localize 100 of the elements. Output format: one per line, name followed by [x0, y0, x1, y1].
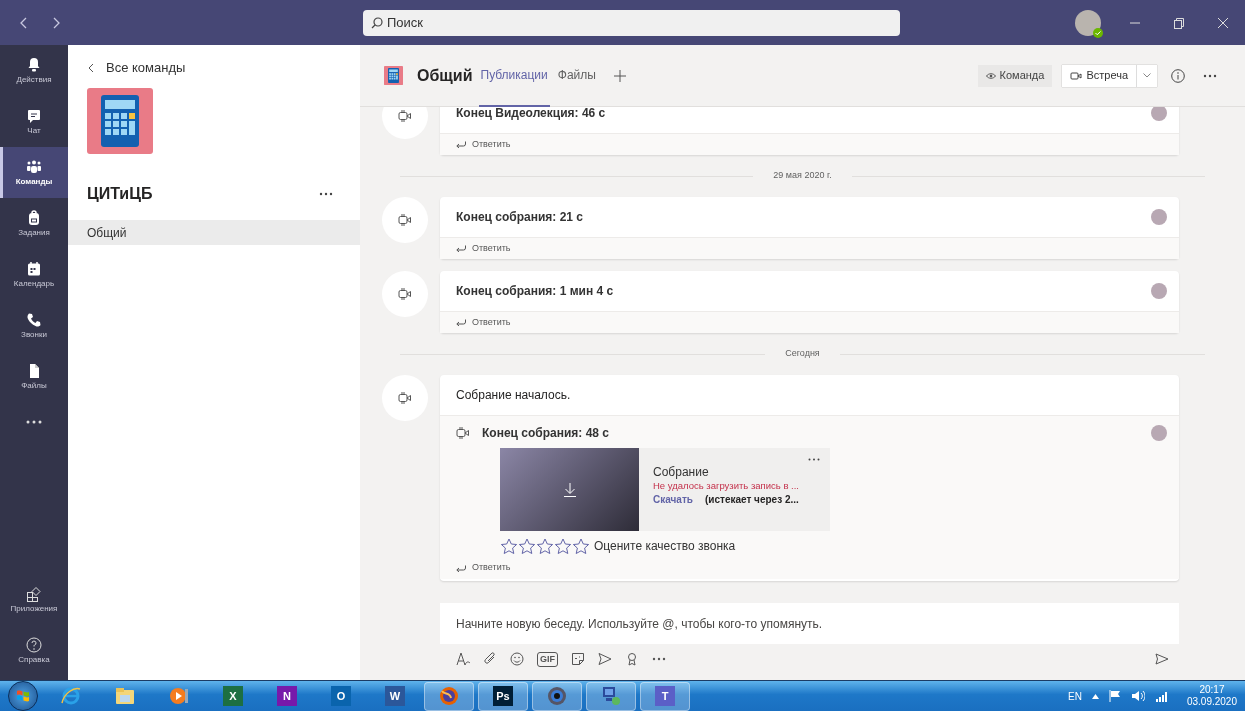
add-icon: [613, 69, 626, 82]
search-field[interactable]: Поиск: [363, 9, 900, 36]
app-icon: T: [655, 686, 675, 706]
paperclip-icon: [483, 652, 497, 666]
taskbar-app[interactable]: [586, 681, 636, 711]
sticker-button[interactable]: [571, 652, 585, 666]
expiry-note: (истекает через 2...: [704, 493, 799, 507]
rating-prompt: Оцените качество звонка: [594, 538, 736, 555]
gif-button[interactable]: GIF: [537, 651, 558, 667]
video-camera-icon: [1070, 70, 1083, 81]
arrow-icon: [598, 652, 612, 666]
app-icon: O: [331, 686, 351, 706]
app-icon: X: [223, 686, 243, 706]
message-title: Конец Видеолекция: 46 с: [456, 107, 606, 122]
recording-error: Не удалось загрузить запись в ...: [653, 479, 800, 493]
reply-link[interactable]: Ответить: [456, 312, 511, 333]
camera-icon: [546, 685, 568, 707]
format-button[interactable]: [456, 652, 470, 666]
meeting-end-title: Конец собрания: 48 с: [482, 425, 610, 442]
star-icon: [518, 537, 536, 555]
channel-tab[interactable]: Файлы: [555, 44, 598, 107]
eye-icon: [985, 71, 996, 80]
play-icon: [168, 685, 190, 707]
app-icon: Ps: [493, 686, 513, 706]
start-button[interactable]: [8, 681, 38, 711]
rail-tab[interactable]: Звонки: [0, 300, 68, 351]
send-button[interactable]: [1155, 653, 1169, 665]
send-icon: [1155, 653, 1169, 665]
emoji-button[interactable]: [510, 652, 524, 666]
restore-icon: [1173, 16, 1185, 29]
channel-logo: [384, 66, 403, 85]
all-teams-link[interactable]: Все команды: [68, 49, 360, 87]
user-avatar[interactable]: [1075, 9, 1101, 36]
sender-avatar: [1151, 209, 1167, 225]
message-title: Конец собрания: 21 с: [456, 209, 584, 226]
flag-icon: [1108, 690, 1121, 702]
team-logo: [87, 88, 153, 154]
format-icon: [456, 652, 470, 666]
reply-icon: [456, 141, 466, 148]
star-icon: [500, 537, 518, 555]
taskbar-app[interactable]: N: [262, 681, 312, 711]
date-separator: 29 мая 2020 г.: [772, 169, 833, 183]
message-title: Конец собрания: 1 мин 4 с: [456, 283, 614, 300]
caret-up-icon: [1091, 693, 1099, 699]
apps-icon: [26, 586, 42, 602]
star-rating[interactable]: [500, 537, 590, 555]
praise-button[interactable]: [625, 652, 639, 666]
more-icon: [808, 458, 820, 461]
attach-button[interactable]: [483, 652, 497, 666]
reply-link[interactable]: Ответить: [456, 238, 511, 259]
reply-icon: [456, 245, 466, 252]
taskbar-app[interactable]: Ps: [478, 681, 528, 711]
computer-icon: [600, 685, 622, 707]
download-link[interactable]: Скачать: [653, 493, 693, 507]
sender-avatar: [1151, 107, 1167, 121]
taskbar-app[interactable]: [424, 681, 474, 711]
reply-link[interactable]: Ответить: [456, 134, 511, 155]
rail-tab[interactable]: Действия: [0, 45, 68, 96]
signal-icon: [1154, 690, 1169, 702]
channel-item[interactable]: Общий: [68, 220, 360, 245]
more-icon: [1203, 73, 1217, 78]
language-indicator[interactable]: EN: [1068, 688, 1082, 704]
channel-title: Общий: [417, 65, 473, 86]
sender-avatar: [1151, 425, 1167, 441]
team-view-button[interactable]: Команда: [977, 64, 1053, 87]
windows-logo-icon: [16, 689, 30, 703]
rail-tab[interactable]: Задания: [0, 198, 68, 249]
backpack-icon: [26, 210, 42, 226]
search-icon: [371, 16, 383, 29]
back-icon: [88, 63, 94, 73]
reply-icon: [456, 319, 466, 326]
globe-icon: [438, 685, 460, 707]
taskbar-app[interactable]: W: [370, 681, 420, 711]
reply-icon: [456, 564, 466, 572]
star-icon: [554, 537, 572, 555]
rail-tab[interactable]: Команды: [0, 147, 68, 198]
taskbar-app[interactable]: X: [208, 681, 258, 711]
rail-tab[interactable]: Календарь: [0, 249, 68, 300]
info-icon: [1171, 68, 1185, 83]
video-camera-icon: [398, 392, 412, 404]
taskbar-app[interactable]: T: [640, 681, 690, 711]
browser-icon: [60, 685, 82, 707]
taskbar-app[interactable]: O: [316, 681, 366, 711]
app-icon: N: [277, 686, 297, 706]
date-separator: Сегодня: [784, 347, 821, 361]
message-title: Собрание началось.: [456, 387, 571, 404]
ribbon-icon: [625, 652, 639, 666]
chat-icon: [26, 108, 42, 124]
taskbar-app[interactable]: [532, 681, 582, 711]
clock[interactable]: 20:17 03.09.2020: [1186, 684, 1237, 708]
compose-field[interactable]: Начните новую беседу. Используйте @, чтобы кого-то упомянуть.: [440, 603, 1179, 644]
video-camera-icon: [398, 214, 412, 226]
speaker-icon: [1130, 690, 1145, 702]
rail-tab[interactable]: Чат: [0, 96, 68, 147]
reply-link[interactable]: Ответить: [456, 557, 511, 579]
send-later-button[interactable]: [598, 652, 612, 666]
emoji-icon: [510, 652, 524, 666]
rail-tab[interactable]: Справка: [0, 625, 68, 676]
rail-tab[interactable]: Приложения: [0, 574, 68, 625]
rail-tab[interactable]: Файлы: [0, 351, 68, 402]
